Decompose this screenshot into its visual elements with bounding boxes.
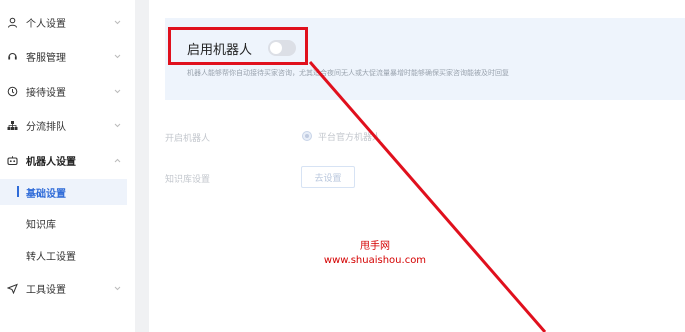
watermark: 甩手网 www.shuaishou.com	[300, 240, 450, 268]
watermark-line1: 甩手网	[360, 241, 390, 252]
watermark-line2: www.shuaishou.com	[323, 255, 427, 266]
annotation-arrow	[308, 61, 547, 332]
